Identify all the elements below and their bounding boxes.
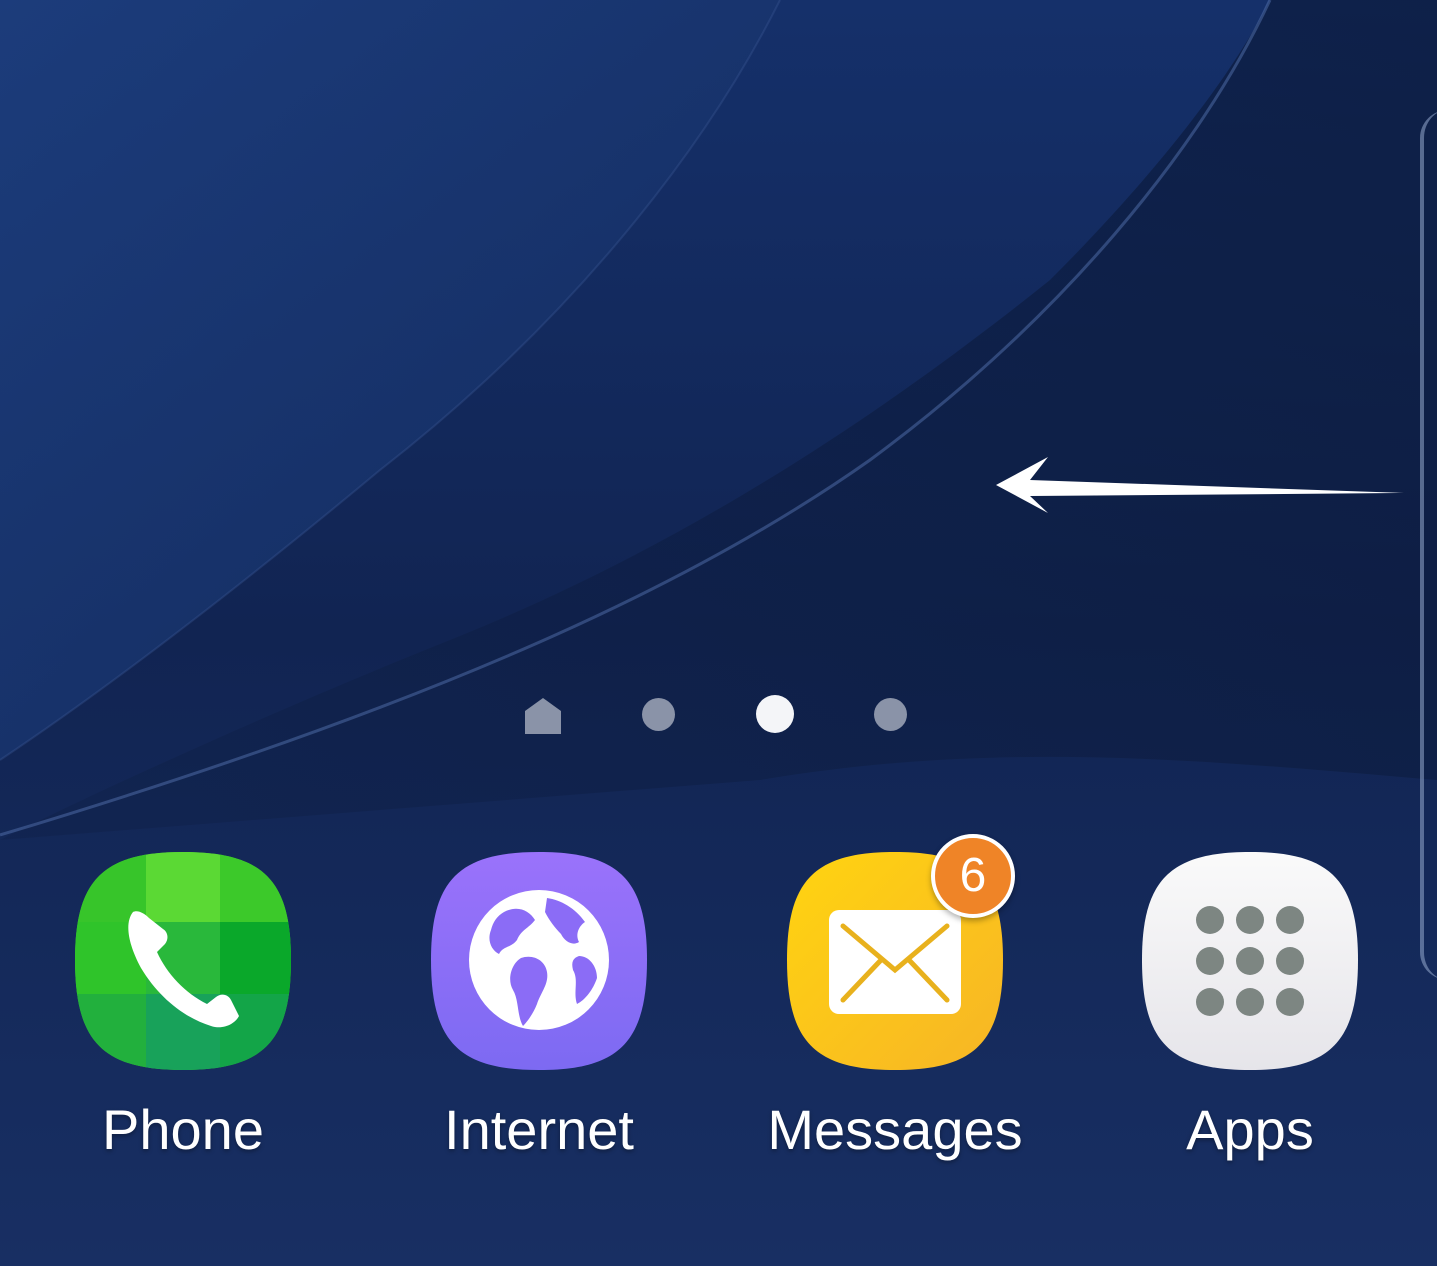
page-indicator: [0, 690, 1437, 740]
dock-app-internet[interactable]: Internet: [389, 850, 689, 1170]
arrow-left-icon: [996, 457, 1404, 513]
dock-app-phone[interactable]: Phone: [33, 850, 333, 1170]
app-label: Internet: [444, 1098, 634, 1161]
dock-app-messages[interactable]: 6 Messages: [745, 834, 1045, 1170]
globe-icon: [431, 852, 647, 1070]
page-dot-active[interactable]: [756, 695, 794, 733]
page-dot[interactable]: [874, 698, 907, 731]
app-label: Phone: [102, 1098, 264, 1161]
home-icon[interactable]: [524, 696, 562, 734]
app-label: Apps: [1186, 1098, 1314, 1161]
app-grid-icon: [1142, 852, 1358, 1070]
page-dot[interactable]: [642, 698, 675, 731]
phone-icon: [75, 852, 291, 1070]
dock-app-apps[interactable]: Apps: [1100, 850, 1400, 1170]
notification-badge: 6: [931, 834, 1015, 918]
app-dock: Phone Internet 6 Messages Apps: [0, 834, 1437, 1180]
app-label: Messages: [767, 1098, 1023, 1161]
